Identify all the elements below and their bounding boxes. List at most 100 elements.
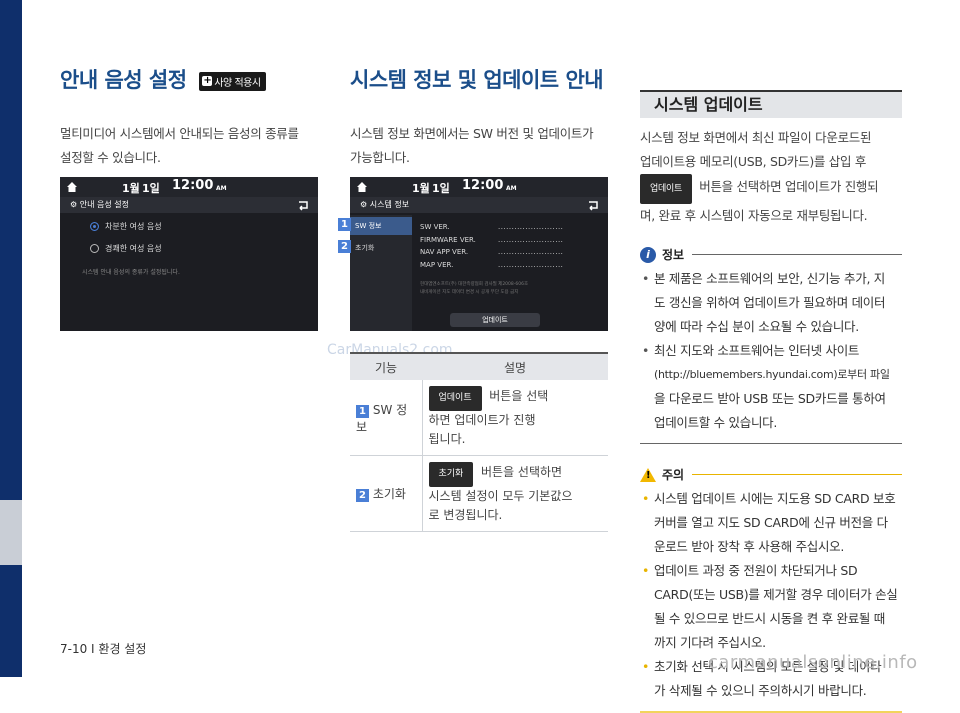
version-values: ........................ ...............… [498,221,563,271]
divider [692,254,902,255]
screen-titlebar: ⚙ 안내 음성 설정 [60,197,318,213]
fine-print: 현대엠엔소프트(주) 대한측량협회 검사필 제2008-606호 내비게이션 지… [420,281,528,297]
desc-text: 하면 업데이트가 진행 [428,413,536,427]
version-value: ........................ [498,223,564,231]
system-info-screenshot: 1월 1일 12:00 AM ⚙ 시스템 정보 SW 정보 초기화 SW VER… [350,177,608,331]
caution-header: ! 주의 [640,466,902,483]
left-column: 안내 음성 설정 + 사양 적용시 멀티미디어 시스템에서 안내되는 음성의 종… [60,64,322,170]
table-row: 2 초기화 초기화 버튼을 선택하면 시스템 설정이 모두 기본값으 로 변경됩… [350,455,608,532]
screen-title: 시스템 정보 [369,200,410,209]
table-header: 기능 [350,352,422,380]
home-icon [357,182,367,192]
callout-marker: 1 [356,404,369,418]
update-button-chip: 업데이트 [428,386,482,411]
table-row: 1 SW 정보 업데이트 버튼을 선택 하면 업데이트가 진행 됩니다. [350,380,608,456]
menu-label: SW 정보 [355,222,382,230]
section-body: 시스템 정보 화면에서는 SW 버전 및 업데이트가 가능합니다. [350,122,612,170]
version-label: FIRMWARE VER. [420,235,476,244]
body-line: 업데이트용 메모리(USB, SD카드)를 삽입 후 [640,154,867,169]
table-cell: 1 SW 정보 [350,380,423,456]
update-button-chip: 업데이트 [640,174,692,204]
list-item: 본 제품은 소프트웨어의 보안, 신기능 추가, 지도 갱신을 위하여 업데이트… [640,267,902,339]
body-line: 멀티미디어 시스템에서 안내되는 음성의 종류를 [60,126,299,141]
chapter-tab-highlight [0,500,22,565]
function-table: 기능 설명 1 SW 정보 업데이트 버튼을 선택 하면 업데이트가 진행 됩니… [350,352,608,532]
section-title-sysinfo: 시스템 정보 및 업데이트 안내 [350,68,604,92]
info-label: 정보 [662,248,685,262]
date-month: 1월 [122,182,140,195]
section-title-voice: 안내 음성 설정 + 사양 적용시 [60,64,322,94]
clock-time: 12:00 [172,178,214,193]
callout-marker-2: 2 [338,240,351,253]
screen-titlebar: ⚙ 시스템 정보 [350,197,608,213]
page-footer: 7-10 I 환경 설정 [60,642,147,656]
version-label: NAV APP VER. [420,248,469,256]
body-line: 가능합니다. [350,150,410,165]
bottom-watermark: carmanualsonline.info [708,652,918,673]
back-icon[interactable] [296,199,310,211]
version-value: ........................ [498,248,564,256]
info-title: i 정보 [640,246,684,263]
clock-time: 12:00 [462,178,504,193]
divider [692,474,902,475]
reset-button-chip: 초기화 [428,462,474,487]
plus-icon: + [202,75,213,86]
fine-print-line: 내비게이션 지도 데이터 변경 시 공개 무단 도용 금지 [420,290,519,295]
section-title-text: 안내 음성 설정 [60,68,187,92]
update-body: 시스템 정보 화면에서 최신 파일이 다운로드된 업데이트용 메모리(USB, … [640,126,902,228]
table-header: 설명 [422,352,608,380]
voice-option-bright[interactable]: 경쾌한 여성 음성 [90,243,162,254]
fine-print-line: 현대엠엔소프트(주) 대한측량협회 검사필 제2008-606호 [420,282,529,287]
body-line: 버튼을 선택하면 업데이트가 진행되 [699,179,879,194]
desc-text: 로 변경됩니다. [428,508,503,522]
body-line: 시스템 정보 화면에서는 SW 버전 및 업데이트가 [350,126,594,141]
box-title-system-update: 시스템 업데이트 [640,90,902,118]
screen-update-button[interactable]: 업데이트 [450,313,540,327]
option-label: 경쾌한 여성 음성 [105,244,162,253]
callout-marker-1: 1 [338,218,351,231]
middle-column: 시스템 정보 및 업데이트 안내 시스템 정보 화면에서는 SW 버전 및 업데… [350,64,612,170]
function-name: 초기화 [372,487,406,501]
table-cell: 업데이트 버튼을 선택 하면 업데이트가 진행 됩니다. [422,380,608,456]
table-cell: 2 초기화 [350,455,423,532]
radio-icon [90,244,99,253]
voice-settings-screenshot: 1월 1일 12:00 AM ⚙ 안내 음성 설정 차분한 여성 음성 경쾌한 … [60,177,318,331]
section-body: 멀티미디어 시스템에서 안내되는 음성의 종류를 설정할 수 있습니다. [60,122,322,170]
list-item: 업데이트 과정 중 전원이 차단되거나 SDCARD(또는 USB)를 제거할 … [640,559,902,655]
chapter-sidebar [0,0,22,677]
version-value: ........................ [498,260,564,269]
clock-ampm: AM [506,185,517,192]
info-icon: i [640,246,656,263]
caution-label: 주의 [662,468,685,482]
home-icon [67,182,77,192]
option-label: 차분한 여성 음성 [105,222,162,231]
table-cell: 초기화 버튼을 선택하면 시스템 설정이 모두 기본값으 로 변경됩니다. [422,455,608,532]
screen-title: 안내 음성 설정 [79,200,129,209]
list-item: 시스템 업데이트 시에는 지도용 SD CARD 보호커버를 열고 지도 SD … [640,487,902,559]
callout-marker: 2 [356,489,369,502]
menu-label: 초기화 [355,244,375,252]
right-column: 시스템 업데이트 시스템 정보 화면에서 최신 파일이 다운로드된 업데이트용 … [640,90,902,713]
date-month: 1월 [412,182,430,195]
info-header: i 정보 [640,246,902,263]
desc-text: 시스템 설정이 모두 기본값으 [428,489,573,503]
voice-option-calm[interactable]: 차분한 여성 음성 [90,221,162,232]
menu-item-sw-info[interactable]: SW 정보 [350,217,412,235]
version-value: ........................ [498,235,564,244]
date-day: 1일 [432,182,450,195]
badge-label: 사양 적용시 [214,77,261,89]
body-line: 설정할 수 있습니다. [60,150,161,165]
menu-item-reset[interactable]: 초기화 [350,239,412,257]
version-label: SW VER. [420,223,450,231]
desc-text: 됩니다. [428,432,466,446]
date-day: 1일 [142,182,160,195]
list-item: 최신 지도와 소프트웨어는 인터넷 사이트(http://bluemembers… [640,339,902,435]
back-icon[interactable] [586,199,600,211]
info-list: 본 제품은 소프트웨어의 보안, 신기능 추가, 지도 갱신을 위하여 업데이트… [640,267,902,435]
version-labels: SW VER. FIRMWARE VER. NAV APP VER. MAP V… [420,221,476,271]
option-badge: + 사양 적용시 [199,71,266,91]
radio-selected-icon [90,222,99,231]
desc-text: 버튼을 선택 [489,389,549,403]
desc-text: 버튼을 선택하면 [480,465,563,479]
divider [640,443,902,444]
